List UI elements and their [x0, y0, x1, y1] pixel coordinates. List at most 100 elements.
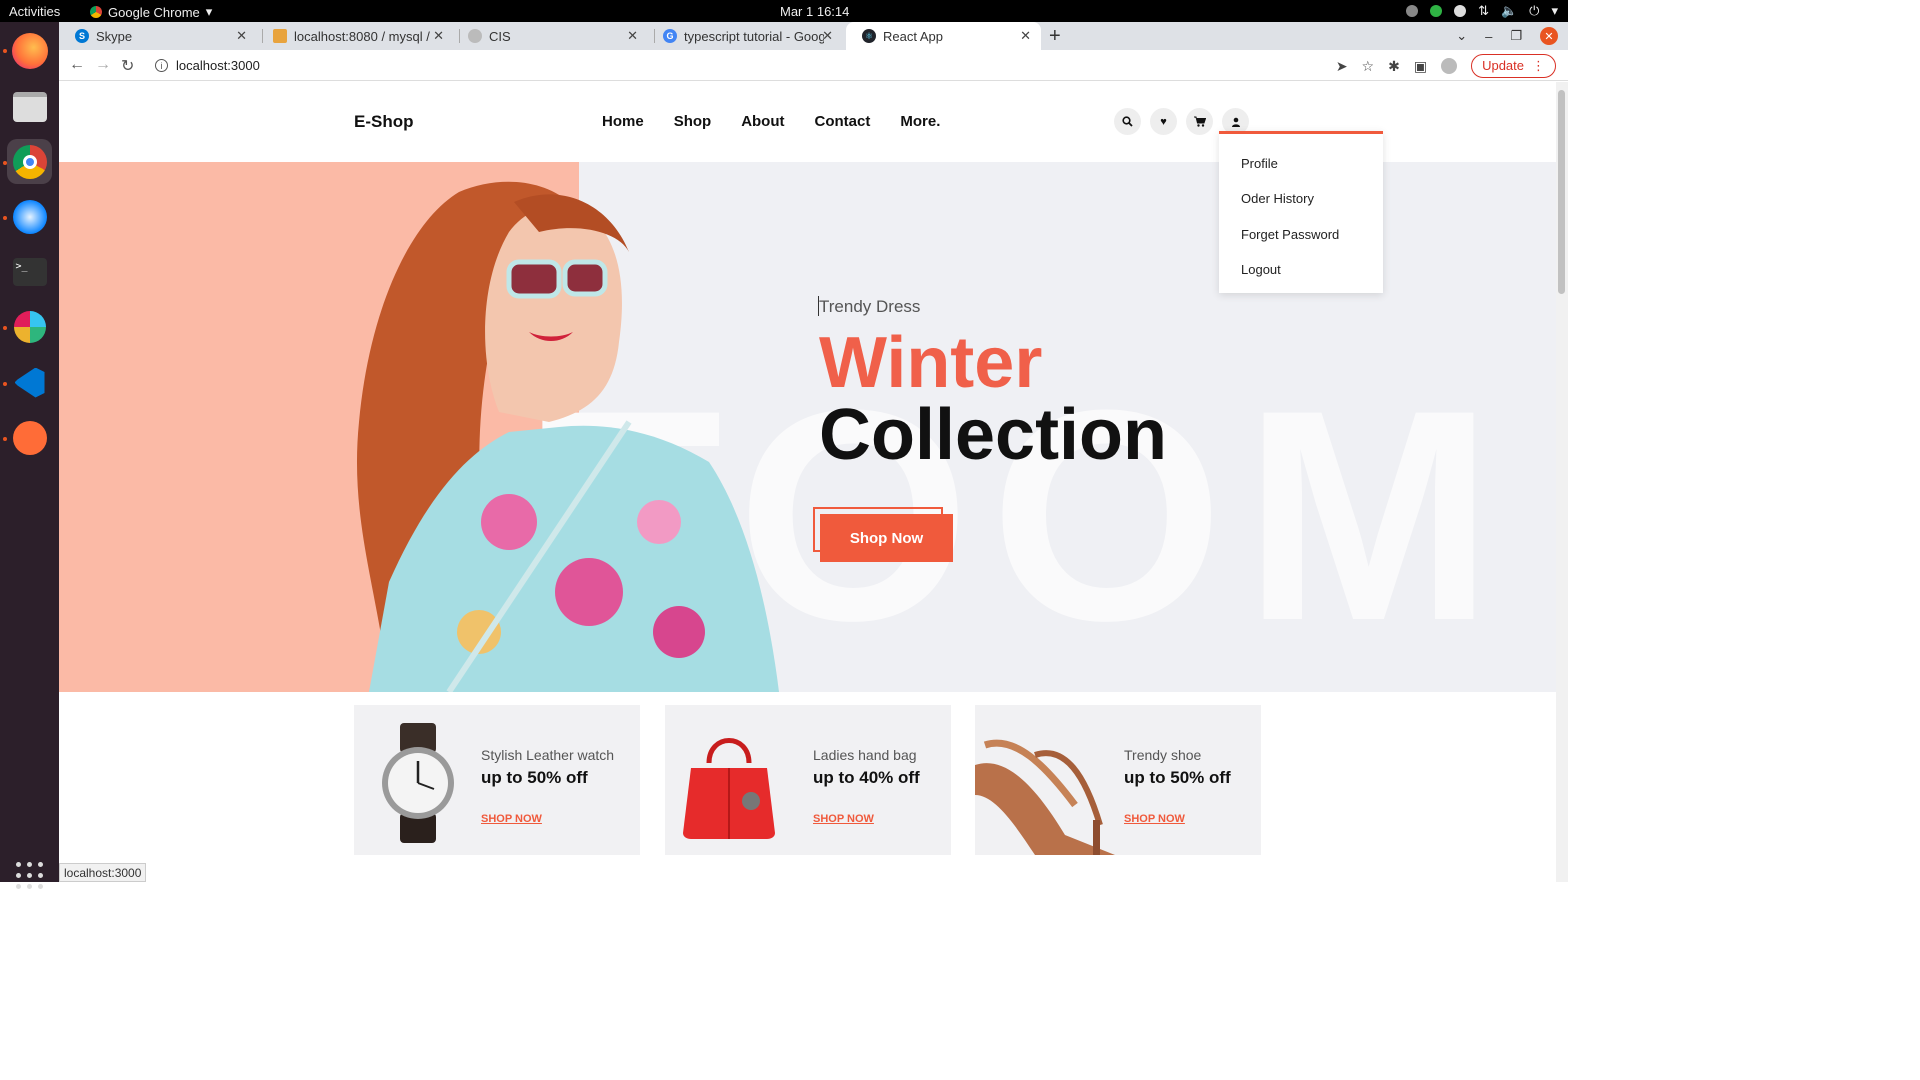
skype-favicon-icon: S — [75, 29, 89, 43]
files-icon[interactable] — [7, 84, 52, 129]
extensions-icon[interactable]: ✱ — [1388, 58, 1400, 75]
tab-google-search[interactable]: G typescript tutorial - Goog ✕ — [647, 22, 843, 50]
address-toolbar: ← → ↻ i localhost:3000 ➤ ☆ ✱ ▣ Update ⋮ — [59, 50, 1568, 81]
update-button[interactable]: Update ⋮ — [1471, 54, 1556, 78]
phpmyadmin-favicon-icon — [273, 29, 287, 43]
menu-item-order-history[interactable]: Oder History — [1241, 191, 1314, 206]
promo-card-handbag[interactable]: Ladies hand bag up to 40% off SHOP NOW — [665, 705, 951, 855]
new-tab-button[interactable]: + — [1049, 25, 1061, 48]
hero-title-line2: Collection — [819, 395, 1168, 475]
firefox-icon[interactable] — [7, 28, 52, 73]
slack-tray-icon — [1406, 5, 1419, 17]
promo-shop-now-link[interactable]: SHOP NOW — [481, 813, 542, 825]
show-apps-icon[interactable] — [16, 862, 43, 889]
heart-icon[interactable]: ♥ — [1150, 108, 1177, 135]
nav-shop[interactable]: Shop — [674, 113, 712, 130]
handbag-icon — [683, 738, 775, 839]
main-nav: Home Shop About Contact More. — [602, 113, 940, 130]
promo-title: Trendy shoe — [1124, 747, 1202, 763]
terminal-icon[interactable]: >_ — [7, 249, 52, 294]
omnibox[interactable]: i localhost:3000 — [149, 53, 1299, 78]
kebab-menu-icon: ⋮ — [1532, 58, 1545, 73]
forward-icon[interactable]: → — [95, 56, 111, 74]
reload-icon[interactable]: ↻ — [121, 56, 134, 76]
page-scrollbar[interactable] — [1556, 82, 1568, 882]
vscode-icon[interactable] — [7, 360, 52, 405]
promo-offer: up to 40% off — [813, 768, 920, 787]
tab-title: Skype — [96, 28, 133, 44]
minimize-icon[interactable]: – — [1485, 29, 1492, 44]
info-icon[interactable]: i — [155, 59, 168, 72]
check-tray-icon — [1430, 5, 1443, 17]
user-dropdown-menu: Profile Oder History Forget Password Log… — [1219, 131, 1383, 293]
app-menu[interactable]: Google Chrome ▾ — [90, 4, 212, 20]
send-icon[interactable]: ➤ — [1336, 58, 1348, 75]
profile-avatar-icon[interactable] — [1441, 58, 1458, 74]
promo-card-shoe[interactable]: Trendy shoe up to 50% off SHOP NOW — [975, 705, 1261, 855]
nav-contact[interactable]: Contact — [815, 113, 871, 130]
bookmark-star-icon[interactable]: ☆ — [1362, 58, 1375, 75]
menu-item-logout[interactable]: Logout — [1241, 262, 1281, 277]
tab-react-app[interactable]: ⚛ React App ✕ — [846, 22, 1041, 50]
nav-home[interactable]: Home — [602, 113, 644, 130]
update-label: Update — [1482, 58, 1524, 73]
tab-phpmyadmin[interactable]: localhost:8080 / mysql / n ✕ — [257, 22, 454, 50]
promo-offer: up to 50% off — [1124, 768, 1231, 787]
scrollbar-thumb[interactable] — [1558, 90, 1565, 294]
tab-title: localhost:8080 / mysql / n — [294, 28, 434, 44]
tab-title: React App — [883, 28, 943, 44]
chevron-down-icon: ▾ — [205, 4, 213, 19]
page-viewport: TOOM Trendy Dress Winter Collection Shop… — [59, 82, 1556, 882]
promo-shop-now-link[interactable]: SHOP NOW — [1124, 813, 1185, 825]
tab-skype[interactable]: S Skype ✕ — [59, 22, 257, 50]
close-icon[interactable]: ✕ — [236, 28, 247, 44]
shop-now-button[interactable]: Shop Now — [820, 514, 953, 562]
dock: >_ — [0, 22, 59, 889]
search-icon[interactable] — [1114, 108, 1141, 135]
close-icon[interactable]: ✕ — [433, 28, 444, 44]
nav-about[interactable]: About — [741, 113, 784, 130]
globe-favicon-icon — [468, 29, 482, 43]
watch-icon — [382, 723, 454, 843]
close-icon[interactable]: ✕ — [822, 28, 833, 44]
link-status-bubble: localhost:3000 — [59, 863, 147, 882]
promo-title: Ladies hand bag — [813, 747, 917, 763]
promo-shop-now-link[interactable]: SHOP NOW — [813, 813, 874, 825]
window-controls: ⌄ – ❐ ✕ — [1456, 22, 1568, 50]
hero-title-line1: Winter — [819, 323, 1043, 403]
tab-cis[interactable]: CIS ✕ — [452, 22, 648, 50]
window-close-icon[interactable]: ✕ — [1540, 27, 1558, 45]
menu-item-forget-password[interactable]: Forget Password — [1241, 227, 1339, 242]
side-panel-icon[interactable]: ▣ — [1414, 58, 1427, 75]
tab-title: typescript tutorial - Goog — [684, 28, 824, 44]
hero-subtitle: Trendy Dress — [819, 297, 921, 316]
power-icon: ⏻ — [1529, 3, 1540, 18]
nav-more[interactable]: More. — [900, 113, 940, 130]
chrome-dock-icon[interactable] — [7, 139, 52, 184]
cart-icon[interactable] — [1186, 108, 1213, 135]
back-icon[interactable]: ← — [69, 56, 85, 74]
tab-title: CIS — [489, 28, 511, 44]
react-favicon-icon: ⚛ — [862, 29, 876, 43]
slack-icon[interactable] — [7, 304, 52, 349]
google-favicon-icon: G — [663, 29, 677, 43]
tab-search-icon[interactable]: ⌄ — [1456, 28, 1467, 44]
clock[interactable]: Mar 1 16:14 — [780, 4, 849, 19]
activities-button[interactable]: Activities — [9, 4, 60, 19]
menu-item-profile[interactable]: Profile — [1241, 156, 1278, 171]
app-menu-label: Google Chrome — [108, 4, 200, 20]
promo-title: Stylish Leather watch — [481, 747, 615, 763]
postman-icon[interactable] — [7, 415, 52, 460]
system-tray[interactable]: ⇅ 🔈 ⏻ ▾ — [1406, 3, 1558, 19]
close-icon[interactable]: ✕ — [1020, 28, 1031, 44]
restore-icon[interactable]: ❐ — [1510, 28, 1522, 44]
app-tray-icon — [1454, 5, 1467, 17]
site-logo[interactable]: E-Shop — [354, 112, 414, 132]
hero-model-image — [356, 181, 779, 692]
network-icon: ⇅ — [1478, 3, 1489, 18]
promo-offer: up to 50% off — [481, 768, 588, 787]
close-icon[interactable]: ✕ — [627, 28, 638, 44]
thunderbird-icon[interactable] — [7, 194, 52, 239]
promo-card-watch[interactable]: Stylish Leather watch up to 50% off SHOP… — [354, 705, 640, 855]
volume-icon: 🔈 — [1500, 3, 1518, 18]
